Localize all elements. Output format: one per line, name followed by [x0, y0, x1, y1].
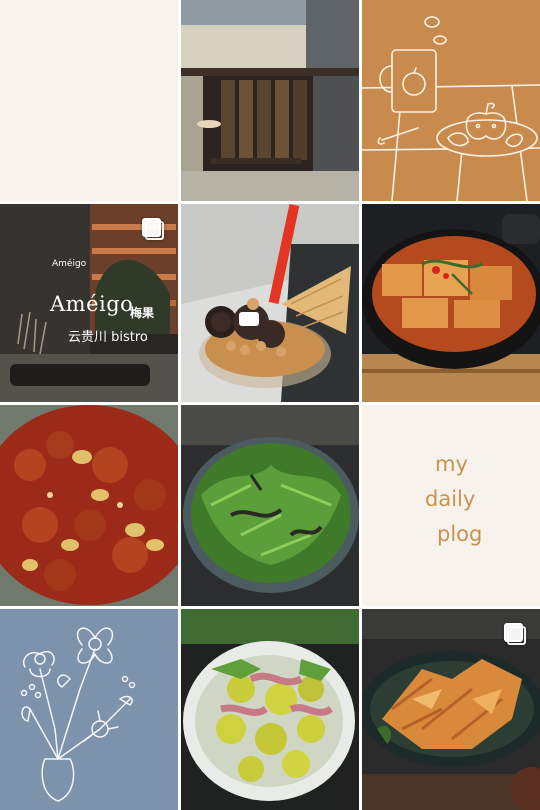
- multiple-photos-icon: [504, 623, 526, 645]
- plog-line-1: my: [435, 452, 468, 476]
- green-vegetable-salad-photo[interactable]: [181, 405, 359, 606]
- sign-small-text: Améigo: [52, 259, 87, 269]
- photo-grid: Améigo Améigo 梅果 云贵川 bistro my daily plo…: [0, 0, 540, 810]
- restaurant-exterior-photo[interactable]: [181, 0, 359, 201]
- ice-cream-cone-photo[interactable]: [181, 204, 359, 402]
- plog-text-group: my daily plog: [362, 405, 540, 606]
- braised-tofu-pot-photo[interactable]: [362, 204, 540, 402]
- plog-line-3: plog: [437, 522, 483, 546]
- mug-and-apple-doodle-tile[interactable]: [362, 0, 540, 201]
- blank-cream-tile[interactable]: [0, 0, 178, 201]
- daily-plog-text-tile[interactable]: my daily plog: [362, 405, 540, 606]
- spicy-chicken-peanuts-photo[interactable]: [0, 405, 178, 606]
- flower-vase-doodle-tile[interactable]: [0, 609, 178, 810]
- brussels-sprouts-bacon-photo[interactable]: [181, 609, 359, 810]
- sign-brand-cn-text: 梅果: [130, 306, 155, 320]
- ameigo-sign-photo[interactable]: Améigo Améigo 梅果 云贵川 bistro: [0, 204, 178, 402]
- plog-line-2: daily: [425, 487, 476, 511]
- sign-sub-text: 云贵川 bistro: [68, 330, 148, 345]
- multiple-photos-icon: [142, 218, 164, 240]
- fried-tofu-skin-photo[interactable]: [362, 609, 540, 810]
